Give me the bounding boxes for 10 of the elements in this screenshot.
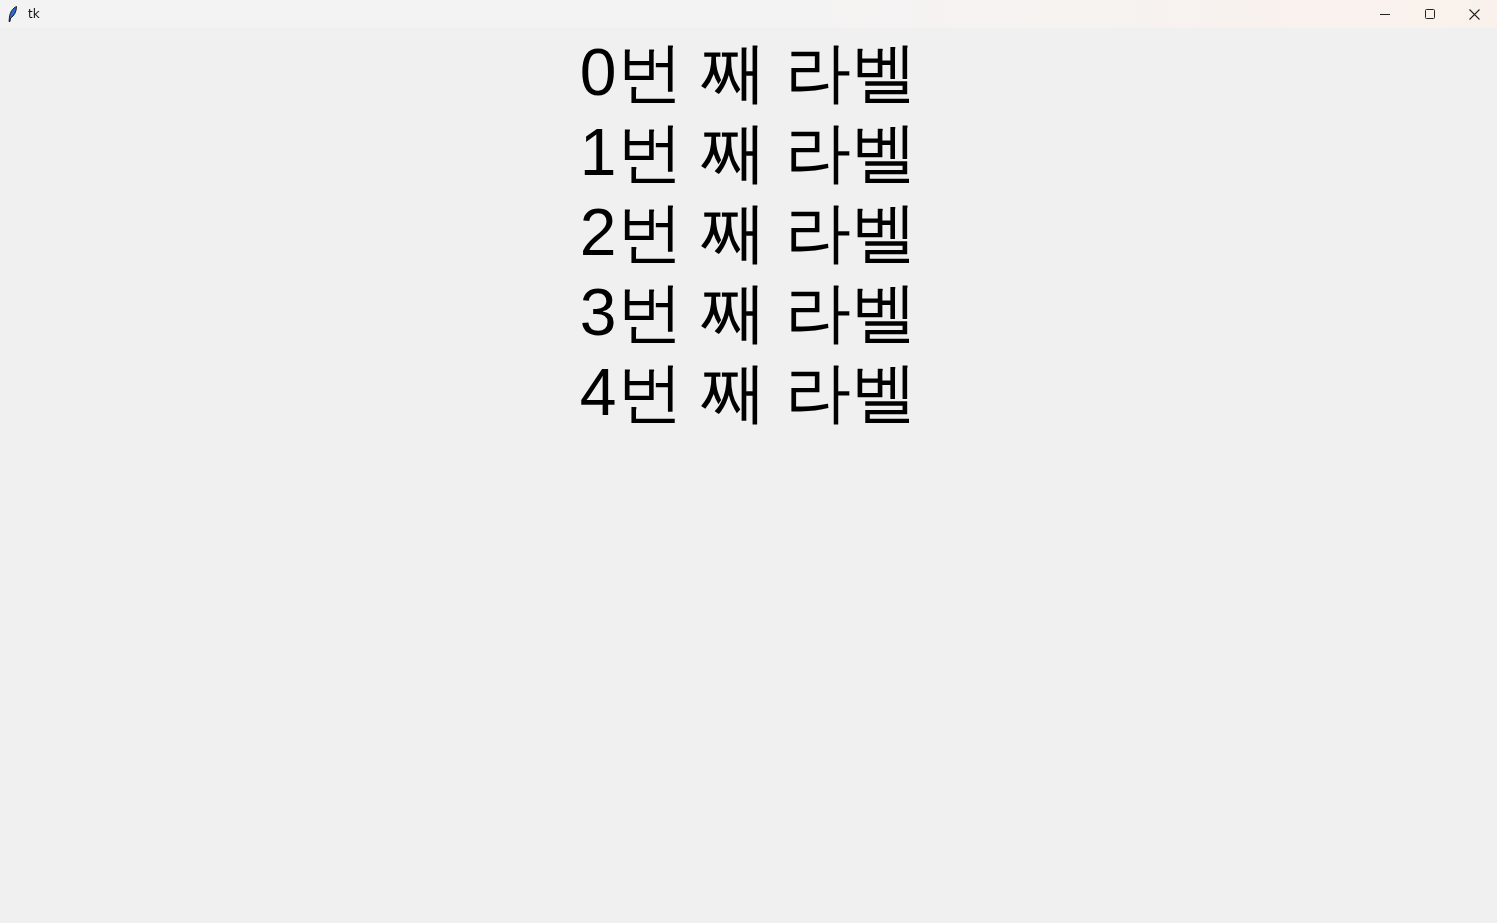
label-text: 2번 째 라벨 xyxy=(579,194,918,271)
minimize-icon xyxy=(1379,13,1390,15)
label-text: 1번 째 라벨 xyxy=(579,114,918,191)
feather-icon xyxy=(8,6,18,22)
label-text: 4번 째 라벨 xyxy=(579,354,918,431)
close-icon xyxy=(1469,8,1480,20)
maximize-icon xyxy=(1424,9,1435,19)
label-text: 0번 째 라벨 xyxy=(579,34,918,111)
window-title: tk xyxy=(28,7,40,21)
label-text: 3번 째 라벨 xyxy=(579,274,918,351)
